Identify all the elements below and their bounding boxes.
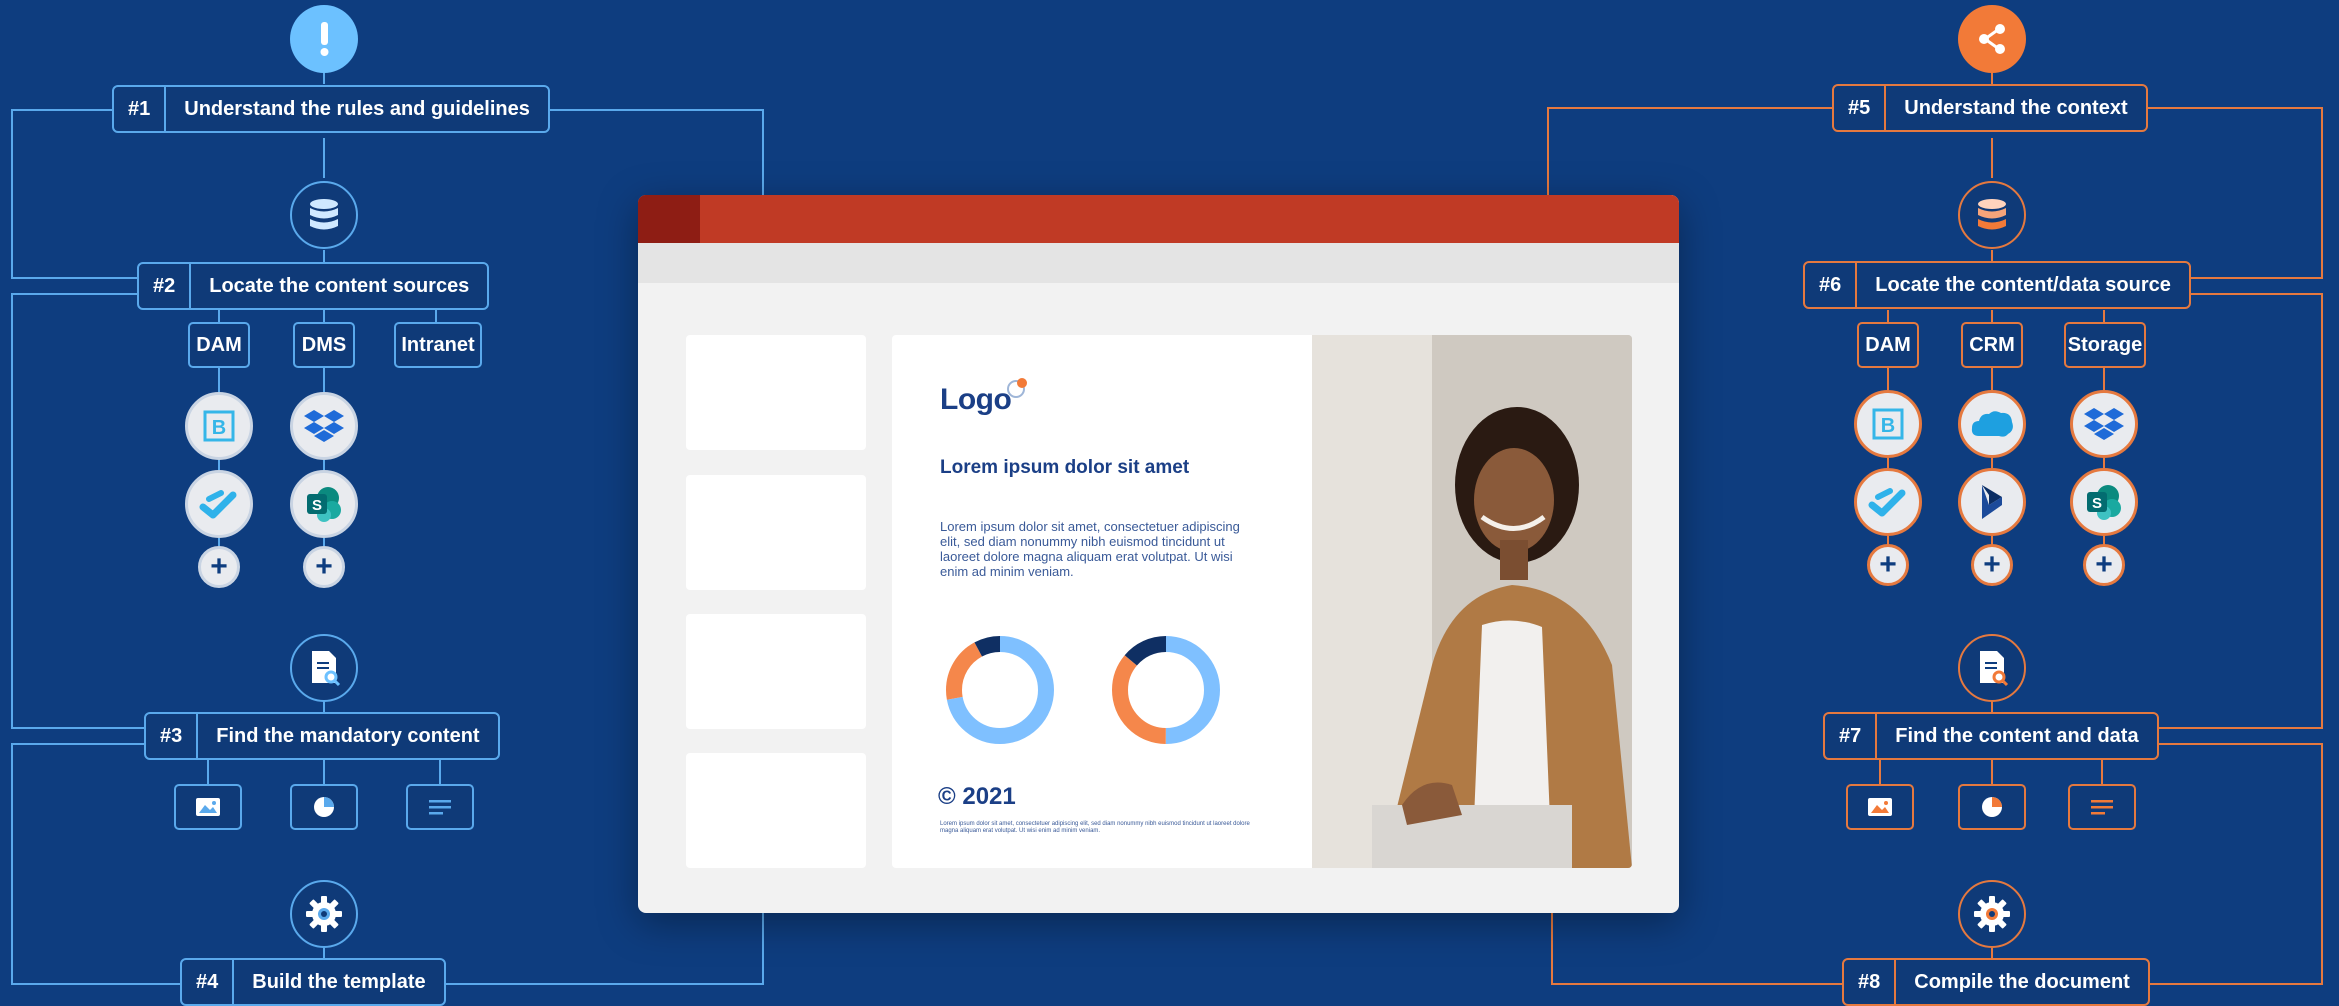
source-crm: CRM (1961, 322, 2023, 368)
step-7: #7 Find the content and data (1823, 712, 2159, 760)
customer-agent-photo (1312, 335, 1632, 868)
step-title: Find the content and data (1895, 724, 2139, 747)
slide-thumbnail[interactable] (686, 475, 866, 590)
slide-title: Lorem ipsum dolor sit amet (940, 457, 1190, 478)
source-storage: Storage (2064, 322, 2146, 368)
dynamics-icon (1958, 468, 2026, 536)
donut-chart-1 (946, 636, 1054, 744)
slide-body-text: Lorem ipsum dolor sit amet, consectetuer… (940, 519, 1240, 579)
document-editor-window: Logo Lorem ipsum dolor sit amet Lorem ip… (638, 195, 1679, 913)
step-number: #2 (139, 264, 192, 308)
sync-link-icon (1854, 468, 1922, 536)
alert-icon (290, 5, 358, 73)
sharepoint-icon: S (2070, 468, 2138, 536)
sync-link-icon (185, 470, 253, 538)
add-source-button[interactable]: + (1971, 544, 2013, 586)
add-source-button[interactable]: + (2083, 544, 2125, 586)
step-number: #7 (1825, 714, 1878, 758)
step-2: #2 Locate the content sources (137, 262, 490, 310)
slide-thumbnail[interactable] (686, 753, 866, 868)
step-title: Locate the content sources (209, 274, 470, 297)
step-title: Build the template (252, 970, 426, 993)
image-icon (1846, 784, 1914, 830)
step-number: #8 (1844, 960, 1897, 1004)
source-dam: DAM (1857, 322, 1919, 368)
step-title: Locate the content/data source (1875, 273, 2171, 296)
gear-icon (1958, 880, 2026, 948)
source-intranet: Intranet (394, 322, 482, 368)
logo-text: Logo (940, 378, 1027, 417)
slide-text-panel: Logo Lorem ipsum dolor sit amet Lorem ip… (892, 335, 1312, 868)
donut-chart-2 (1112, 636, 1220, 744)
database-icon (290, 181, 358, 249)
step-number: #4 (182, 960, 235, 1004)
slide-thumbnail[interactable] (686, 614, 866, 729)
share-icon (1958, 5, 2026, 73)
step-1: #1 Understand the rules and guidelines (112, 85, 550, 133)
image-icon (174, 784, 242, 830)
add-source-button[interactable]: + (1867, 544, 1909, 586)
step-title: Understand the rules and guidelines (184, 97, 530, 120)
text-lines-icon (406, 784, 474, 830)
bynder-icon: B (1854, 390, 1922, 458)
text-lines-icon (2068, 784, 2136, 830)
step-number: #6 (1805, 263, 1858, 307)
document-search-icon (290, 634, 358, 702)
step-title: Find the mandatory content (216, 724, 480, 747)
salesforce-icon (1958, 390, 2026, 458)
dropbox-icon (290, 392, 358, 460)
add-source-button[interactable]: + (303, 546, 345, 588)
bynder-icon: B (185, 392, 253, 460)
step-4: #4 Build the template (180, 958, 446, 1006)
step-number: #3 (146, 714, 199, 758)
svg-text:S: S (312, 497, 322, 514)
step-number: #1 (114, 87, 167, 131)
step-number: #5 (1834, 86, 1887, 130)
window-tab[interactable] (638, 195, 700, 243)
database-icon (1958, 181, 2026, 249)
pie-chart-icon (1958, 784, 2026, 830)
slide-canvas: Logo Lorem ipsum dolor sit amet Lorem ip… (892, 335, 1632, 868)
copyright-text: © 2021 (938, 783, 1016, 810)
step-title: Understand the context (1904, 96, 2128, 119)
add-source-button[interactable]: + (198, 546, 240, 588)
window-titlebar (638, 195, 1679, 243)
fine-print: Lorem ipsum dolor sit amet, consectetuer… (940, 821, 1250, 834)
slide-thumbnail[interactable] (686, 335, 866, 450)
step-5: #5 Understand the context (1832, 84, 2148, 132)
svg-text:S: S (2092, 495, 2102, 512)
step-8: #8 Compile the document (1842, 958, 2150, 1006)
step-title: Compile the document (1914, 970, 2130, 993)
dropbox-icon (2070, 390, 2138, 458)
source-dms: DMS (293, 322, 355, 368)
logo-mark-icon (1007, 378, 1027, 398)
window-toolbar (638, 243, 1679, 283)
gear-icon (290, 880, 358, 948)
document-search-icon (1958, 634, 2026, 702)
step-6: #6 Locate the content/data source (1803, 261, 2191, 309)
step-3: #3 Find the mandatory content (144, 712, 500, 760)
source-dam: DAM (188, 322, 250, 368)
svg-text:B: B (1881, 415, 1895, 437)
sharepoint-icon: S (290, 470, 358, 538)
svg-text:B: B (212, 417, 226, 439)
pie-chart-icon (290, 784, 358, 830)
logo-label: Logo (940, 383, 1012, 416)
